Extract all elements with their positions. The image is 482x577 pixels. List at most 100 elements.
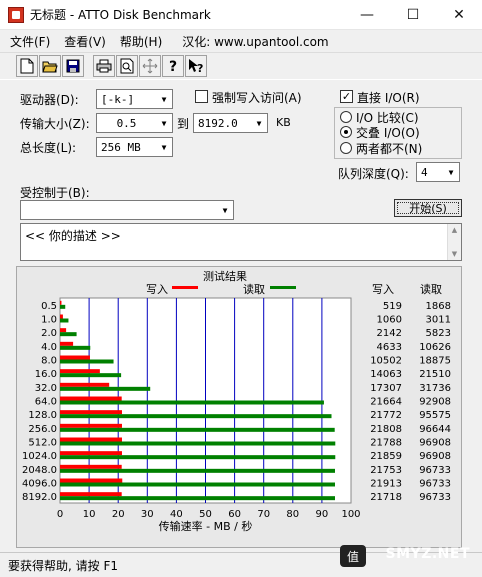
title-bar[interactable]: 无标题 - ATTO Disk Benchmark — ☐ ✕: [0, 0, 482, 30]
results-panel: 测试结果 写入 读取 写入 读取 0 10 20 30 40 50 60 70 80 90 100 传输速率 -…: [16, 266, 462, 548]
scroll-up-icon[interactable]: ▲: [452, 226, 457, 234]
svg-text:?: ?: [197, 62, 203, 74]
read-value-label: 92908: [419, 397, 451, 408]
legend-write-label: 写入: [146, 283, 168, 296]
write-value-label: 519: [383, 301, 402, 312]
write-value-label: 21718: [370, 492, 402, 503]
menu-translation-url[interactable]: 汉化: www.upantool.com: [182, 33, 328, 50]
read-value-label: 18875: [419, 356, 451, 367]
read-bar: [60, 386, 151, 391]
category-label: 0.5: [41, 301, 57, 312]
write-value-label: 21913: [370, 479, 402, 490]
menu-file[interactable]: 文件(F): [10, 33, 50, 50]
write-bar: [60, 314, 63, 319]
read-bar: [60, 318, 69, 323]
read-value-label: 31736: [419, 383, 451, 394]
maximize-button[interactable]: ☐: [390, 0, 436, 30]
read-bar: [60, 414, 332, 419]
chevron-down-icon: ▼: [251, 114, 267, 132]
column-header-write: 写入: [372, 283, 394, 296]
total-length-value: 256 MB: [101, 140, 141, 154]
write-bar: [60, 300, 62, 305]
category-label: 8.0: [41, 356, 57, 367]
read-bar: [60, 427, 335, 432]
scroll-down-icon[interactable]: ▼: [452, 250, 457, 258]
x-axis-label: 传输速率 - MB / 秒: [159, 519, 253, 533]
print-preview-icon[interactable]: [116, 55, 138, 77]
force-write-checkbox[interactable]: [195, 90, 208, 103]
neither-label: 两者都不(N): [356, 142, 423, 156]
legend-read-swatch: [270, 286, 296, 289]
write-bar: [60, 410, 122, 415]
main-panel: 驱动器(D): [-k-] ▼ 强制写入访问(A) 传输大小(Z): 0.5 ▼…: [0, 80, 482, 552]
write-value-label: 2142: [377, 328, 402, 339]
queue-depth-select[interactable]: 4 ▼: [416, 162, 460, 182]
read-value-label: 96733: [419, 479, 451, 490]
write-value-label: 21753: [370, 465, 402, 476]
move-icon[interactable]: [139, 55, 161, 77]
watermark-badge: 值: [340, 545, 366, 567]
category-label: 1.0: [41, 315, 57, 326]
category-label: 512.0: [28, 438, 57, 449]
category-label: 8192.0: [22, 492, 57, 503]
write-value-label: 21664: [370, 397, 402, 408]
description-box[interactable]: << 你的描述 >> ▲ ▼: [20, 223, 462, 261]
x-tick-label: 20: [112, 509, 125, 520]
x-tick-label: 60: [228, 509, 241, 520]
write-bar: [60, 369, 100, 374]
watermark-text: SMYZ.NET: [385, 546, 470, 562]
write-bar: [60, 437, 122, 442]
new-icon[interactable]: [16, 55, 38, 77]
read-value-label: 10626: [419, 342, 451, 353]
save-icon[interactable]: [62, 55, 84, 77]
write-bar: [60, 423, 122, 428]
transfer-size-to-select[interactable]: 8192.0 ▼: [193, 113, 268, 133]
menu-view[interactable]: 查看(V): [64, 33, 106, 50]
app-window: 无标题 - ATTO Disk Benchmark — ☐ ✕ 文件(F) 查看…: [0, 0, 482, 577]
neither-radio[interactable]: [340, 142, 352, 154]
read-value-label: 96733: [419, 465, 451, 476]
open-icon[interactable]: [39, 55, 61, 77]
x-tick-label: 0: [57, 509, 63, 520]
write-bar: [60, 341, 74, 346]
description-scrollbar[interactable]: ▲ ▼: [447, 224, 461, 260]
controlled-by-label: 受控制于(B):: [20, 186, 90, 200]
write-value-label: 4633: [377, 342, 402, 353]
x-tick-label: 90: [316, 509, 329, 520]
controlled-by-select[interactable]: ▼: [20, 200, 234, 220]
transfer-from-value: 0.5: [116, 116, 137, 130]
write-bar: [60, 328, 67, 333]
write-bar: [60, 464, 122, 469]
toolbar: ? ?: [0, 52, 482, 80]
total-length-select[interactable]: 256 MB ▼: [96, 137, 173, 157]
x-tick-label: 100: [341, 509, 360, 520]
transfer-to-value: 8192.0: [198, 116, 238, 130]
read-bar: [60, 400, 324, 405]
chevron-down-icon: ▼: [443, 163, 459, 181]
column-header-read: 读取: [420, 282, 442, 296]
category-label: 256.0: [28, 424, 57, 435]
read-value-label: 1868: [426, 301, 451, 312]
help-icon[interactable]: ?: [162, 55, 184, 77]
description-text: << 你的描述 >>: [25, 229, 121, 243]
minimize-button[interactable]: —: [344, 0, 390, 30]
chevron-down-icon: ▼: [156, 138, 172, 156]
write-bar: [60, 382, 110, 387]
read-value-label: 95575: [419, 410, 451, 421]
total-length-label: 总长度(L):: [20, 141, 77, 155]
direct-io-checkbox[interactable]: ✓: [340, 90, 353, 103]
context-help-icon[interactable]: ?: [185, 55, 207, 77]
read-bar: [60, 455, 336, 460]
category-label: 2048.0: [22, 465, 57, 476]
kb-label: KB: [276, 116, 291, 129]
overlap-io-radio[interactable]: [340, 126, 352, 138]
transfer-size-from-select[interactable]: 0.5 ▼: [96, 113, 173, 133]
legend-read-label: 读取: [243, 282, 265, 296]
print-icon[interactable]: [93, 55, 115, 77]
start-button[interactable]: 开始(S): [394, 199, 462, 217]
drive-select[interactable]: [-k-] ▼: [96, 89, 173, 109]
close-button[interactable]: ✕: [436, 0, 482, 30]
window-title: 无标题 - ATTO Disk Benchmark: [30, 8, 211, 22]
menu-help[interactable]: 帮助(H): [120, 33, 162, 50]
io-compare-radio[interactable]: [340, 111, 352, 123]
